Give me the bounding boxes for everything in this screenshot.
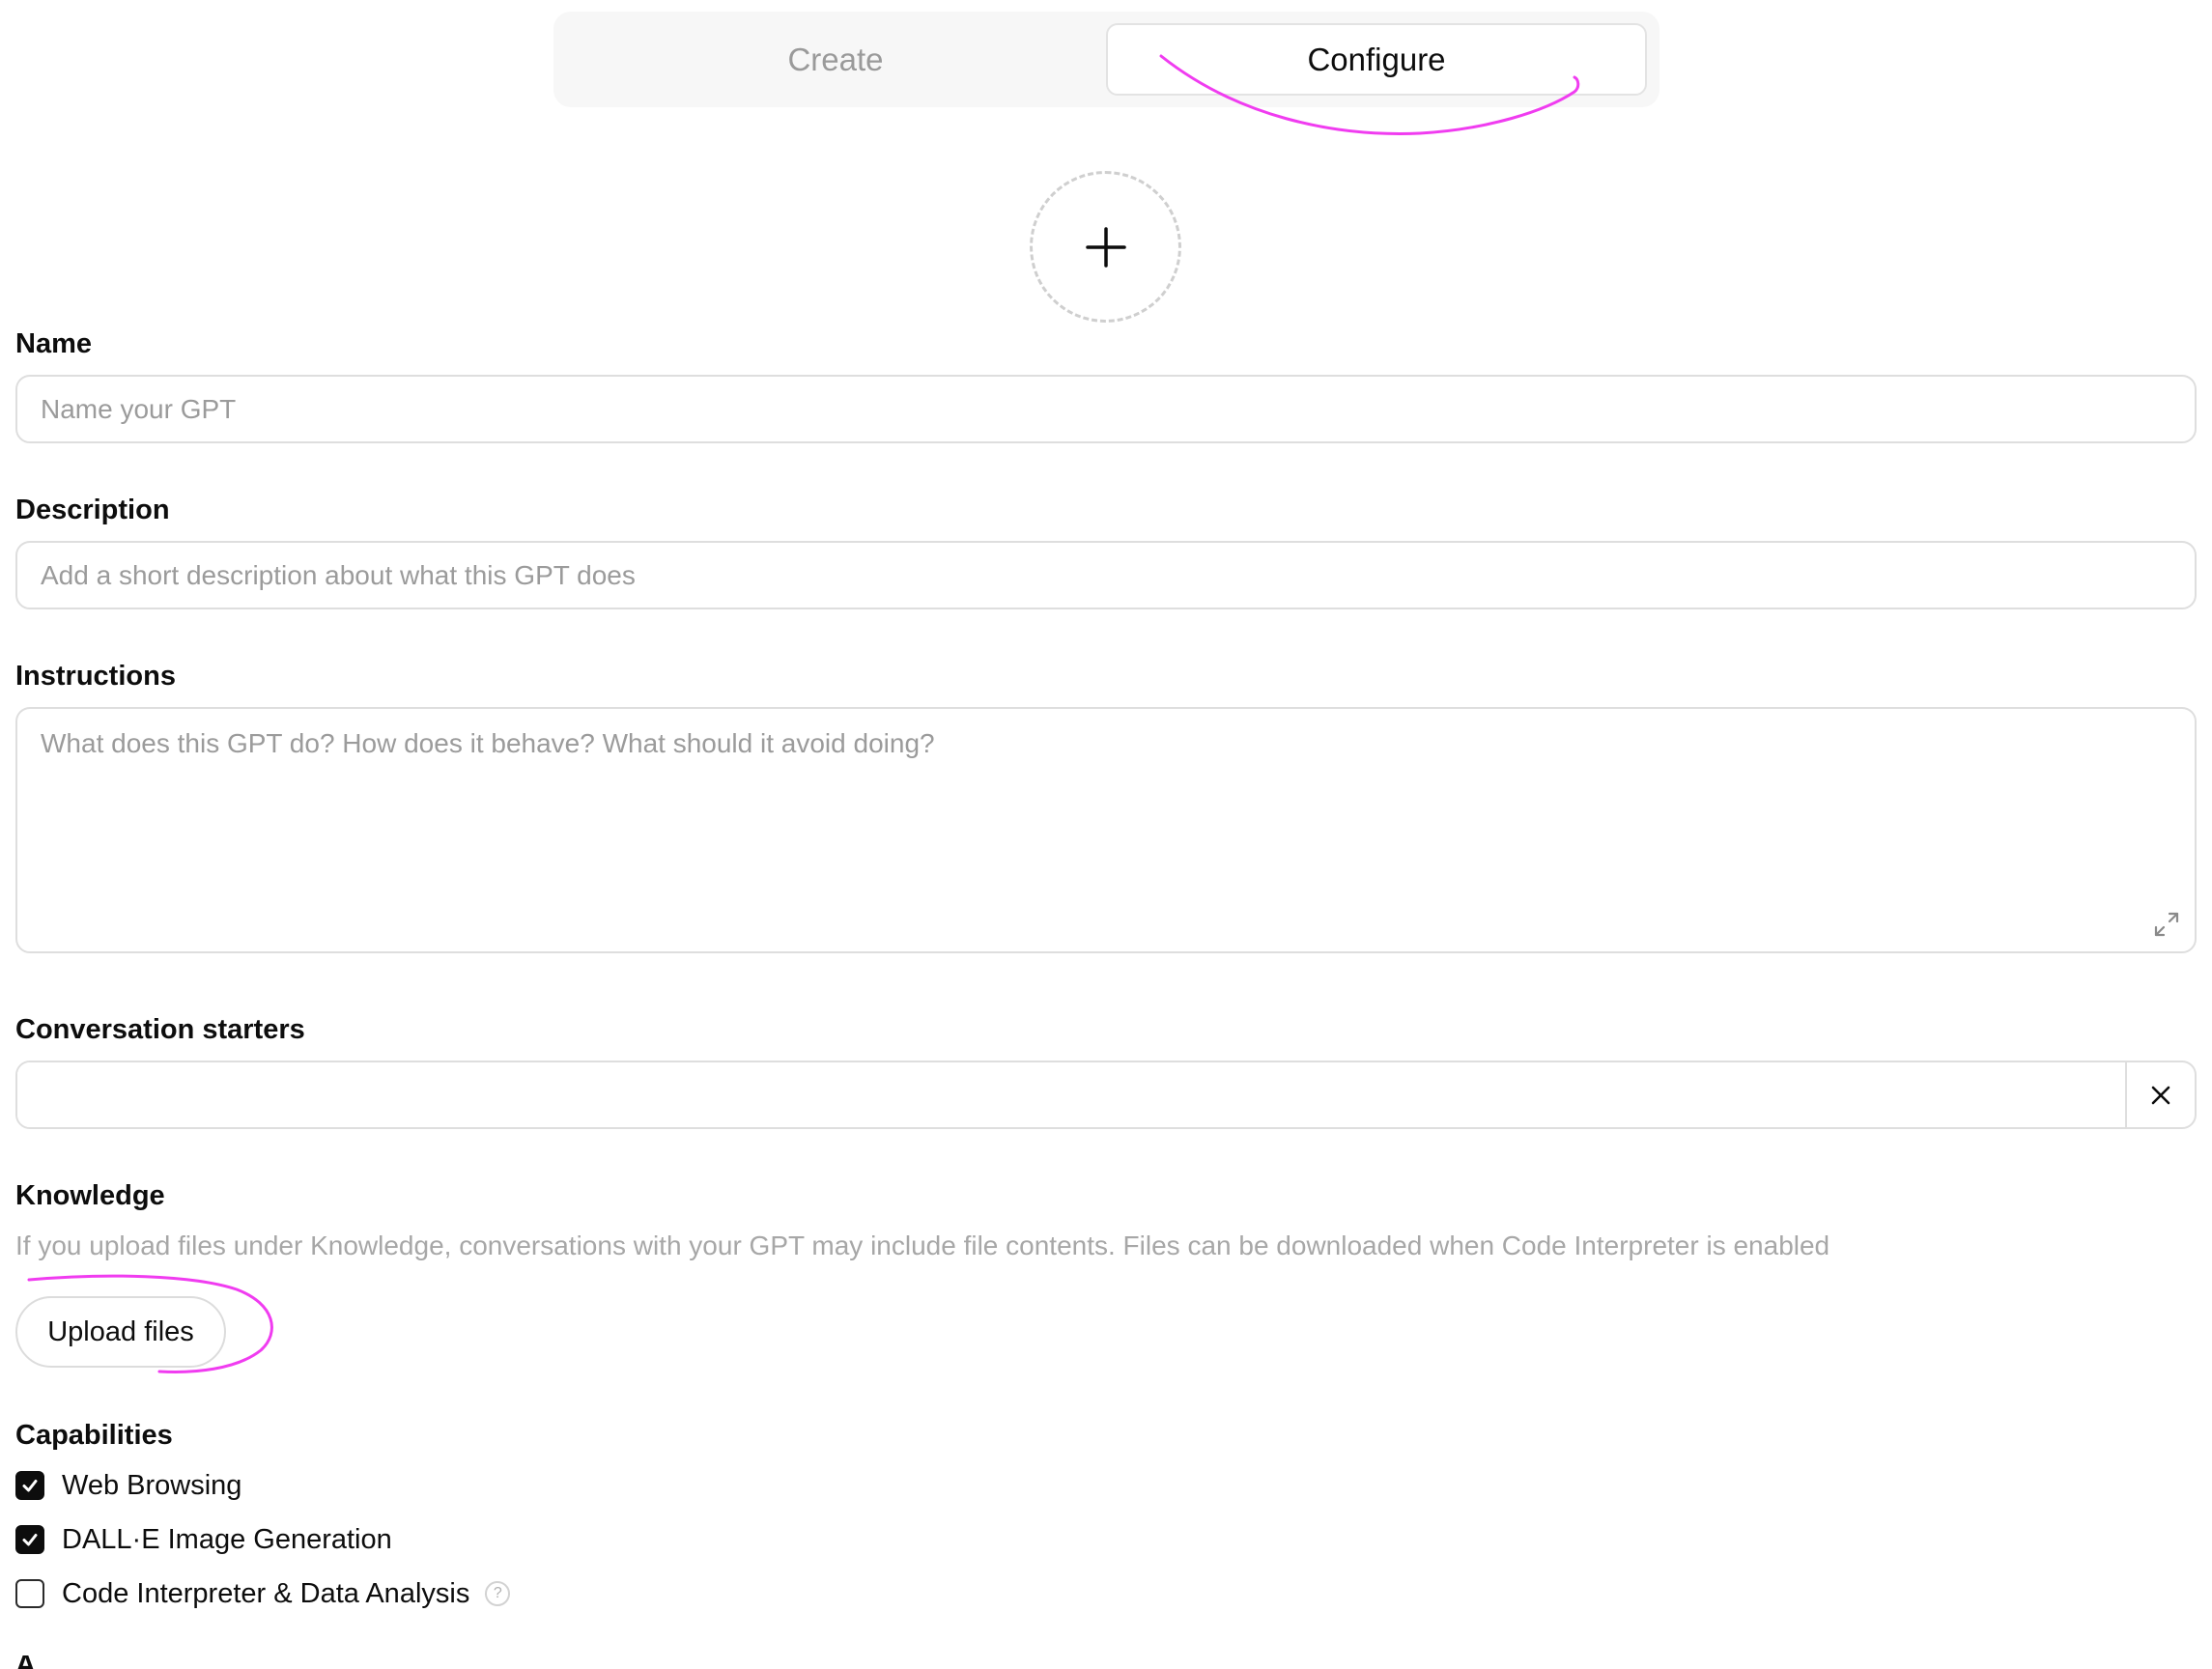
checkbox-checked[interactable] xyxy=(15,1471,44,1500)
tab-configure[interactable]: Configure xyxy=(1106,23,1647,96)
capability-label: Code Interpreter & Data Analysis xyxy=(62,1577,470,1609)
checkmark-icon xyxy=(22,1534,38,1546)
knowledge-hint: If you upload files under Knowledge, con… xyxy=(15,1231,1830,1260)
checkbox-checked[interactable] xyxy=(15,1525,44,1554)
capability-label: Web Browsing xyxy=(62,1469,242,1501)
avatar-upload-button[interactable] xyxy=(1030,171,1181,323)
upload-files-button[interactable]: Upload files xyxy=(15,1296,226,1368)
gpt-configure-page: Create Configure Name Description Instru… xyxy=(0,0,2212,1669)
knowledge-label: Knowledge xyxy=(15,1180,165,1211)
close-icon xyxy=(2151,1086,2170,1104)
conversation-starters-label: Conversation starters xyxy=(15,1014,305,1045)
instructions-label: Instructions xyxy=(15,661,176,692)
capability-code-interpreter[interactable]: Code Interpreter & Data Analysis ? xyxy=(15,1577,511,1610)
capability-label: DALL·E Image Generation xyxy=(62,1523,392,1555)
capability-web-browsing[interactable]: Web Browsing xyxy=(15,1469,241,1502)
expand-icon[interactable] xyxy=(2152,910,2181,939)
next-section-label-partial: A xyxy=(15,1655,54,1669)
checkmark-icon xyxy=(22,1480,38,1492)
plus-icon xyxy=(1085,226,1126,268)
capabilities-label: Capabilities xyxy=(15,1420,173,1451)
capability-dalle[interactable]: DALL·E Image Generation xyxy=(15,1523,392,1556)
checkbox-unchecked[interactable] xyxy=(15,1579,44,1608)
conversation-starter-row xyxy=(15,1061,2197,1129)
conversation-starter-input[interactable] xyxy=(17,1062,2125,1127)
mode-tabs: Create Configure xyxy=(553,12,1659,107)
remove-starter-button[interactable] xyxy=(2125,1062,2195,1127)
description-label: Description xyxy=(15,495,170,525)
tab-create[interactable]: Create xyxy=(565,23,1106,96)
name-input[interactable] xyxy=(15,375,2197,443)
help-icon[interactable]: ? xyxy=(485,1581,511,1606)
instructions-textarea[interactable] xyxy=(15,707,2197,953)
name-label: Name xyxy=(15,328,92,359)
description-input[interactable] xyxy=(15,541,2197,609)
